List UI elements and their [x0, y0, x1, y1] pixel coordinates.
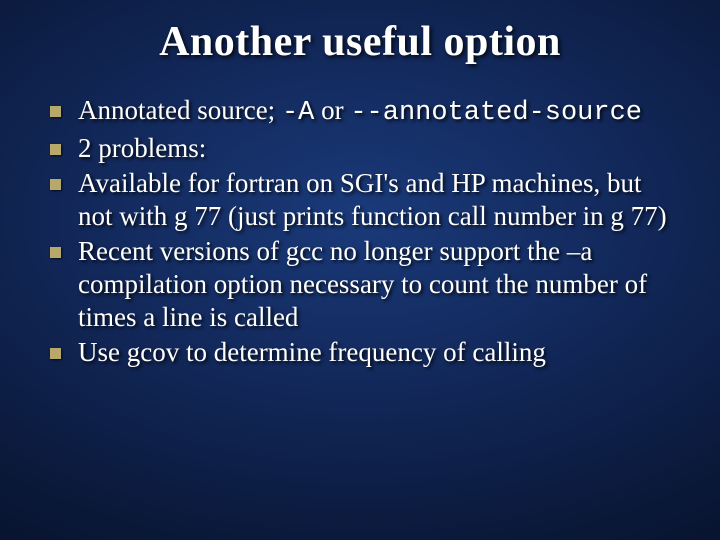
code-flag-long: --annotated-source [350, 98, 642, 128]
list-item: Annotated source; -A or --annotated-sour… [44, 94, 680, 130]
bullet-list: Annotated source; -A or --annotated-sour… [40, 94, 680, 369]
list-item: Recent versions of gcc no longer support… [44, 235, 680, 334]
slide-title: Another useful option [40, 18, 680, 66]
list-item: 2 problems: [44, 132, 680, 165]
bullet-text-mid: or [314, 95, 350, 125]
slide: Another useful option Annotated source; … [0, 0, 720, 540]
bullet-text: Use gcov to determine frequency of calli… [78, 337, 546, 367]
bullet-text-pre: Annotated source; [78, 95, 282, 125]
bullet-text: Recent versions of gcc no longer support… [78, 236, 647, 332]
bullet-text: 2 problems: [78, 133, 206, 163]
list-item: Use gcov to determine frequency of calli… [44, 336, 680, 369]
code-flag-short: -A [282, 98, 314, 128]
list-item: Available for fortran on SGI's and HP ma… [44, 167, 680, 233]
bullet-text: Available for fortran on SGI's and HP ma… [78, 168, 667, 231]
